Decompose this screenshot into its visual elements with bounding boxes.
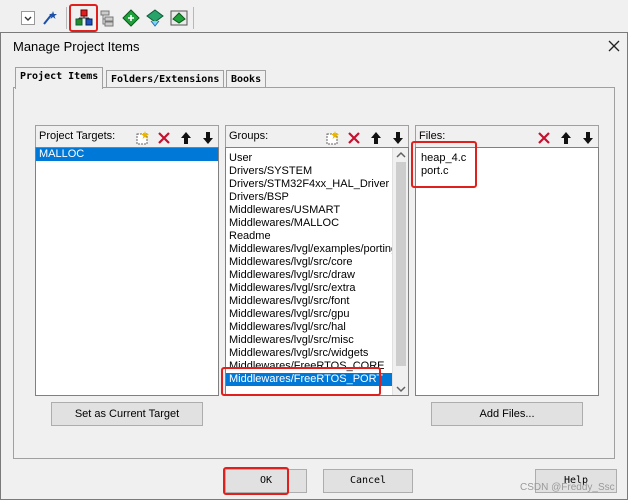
list-item[interactable]: Middlewares/lvgl/src/hal xyxy=(226,321,392,334)
groups-scrollbar[interactable] xyxy=(392,148,408,395)
toolbar-highlight-box xyxy=(69,4,98,32)
list-item[interactable]: Middlewares/lvgl/src/gpu xyxy=(226,308,392,321)
green-diamond-icon[interactable] xyxy=(121,8,141,28)
move-down-icon[interactable] xyxy=(198,128,218,147)
move-down-icon[interactable] xyxy=(388,128,408,147)
list-item[interactable]: Middlewares/lvgl/src/widgets xyxy=(226,347,392,360)
list-item[interactable]: MALLOC xyxy=(36,148,218,161)
list-item[interactable]: Middlewares/lvgl/src/draw xyxy=(226,269,392,282)
scroll-up-icon[interactable] xyxy=(396,150,406,162)
pack-installer-icon[interactable] xyxy=(145,8,165,28)
set-as-current-target-button[interactable]: Set as Current Target xyxy=(51,402,203,426)
dropdown-arrow-icon[interactable] xyxy=(18,8,38,28)
scroll-thumb[interactable] xyxy=(396,162,406,366)
new-item-icon[interactable] xyxy=(322,128,342,147)
tab-project-items[interactable]: Project Items xyxy=(15,67,104,89)
watermark: CSDN @Freddy_Ssc xyxy=(520,482,615,493)
groups-header: Groups: xyxy=(225,125,409,147)
list-item[interactable]: Middlewares/MALLOC xyxy=(226,217,392,230)
list-item[interactable]: User xyxy=(226,152,392,165)
targets-list[interactable]: MALLOC xyxy=(35,147,219,396)
list-item[interactable]: Drivers/SYSTEM xyxy=(226,165,392,178)
delete-icon[interactable] xyxy=(534,128,554,147)
list-item[interactable]: Middlewares/lvgl/src/extra xyxy=(226,282,392,295)
list-item[interactable]: Middlewares/lvgl/src/misc xyxy=(226,334,392,347)
new-item-icon[interactable] xyxy=(132,128,152,147)
add-files-button[interactable]: Add Files... xyxy=(431,402,583,426)
run-time-environment-icon[interactable] xyxy=(169,8,189,28)
scroll-down-icon[interactable] xyxy=(396,384,406,395)
move-up-icon[interactable] xyxy=(366,128,386,147)
move-up-icon[interactable] xyxy=(556,128,576,147)
delete-icon[interactable] xyxy=(344,128,364,147)
targets-header: Project Targets: xyxy=(35,125,219,147)
list-item[interactable]: Drivers/STM32F4xx_HAL_Driver xyxy=(226,178,392,191)
groups-items: User Drivers/SYSTEM Drivers/STM32F4xx_HA… xyxy=(226,152,397,386)
list-item[interactable]: Middlewares/lvgl/src/core xyxy=(226,256,392,269)
list-item[interactable]: Middlewares/USMART xyxy=(226,204,392,217)
main-toolbar xyxy=(0,0,628,34)
cancel-button[interactable]: Cancel xyxy=(323,469,413,493)
tab-folders-extensions[interactable]: Folders/Extensions xyxy=(106,70,225,88)
files-highlight-box xyxy=(411,141,477,188)
list-item[interactable]: Readme xyxy=(226,230,392,243)
ok-highlight-box xyxy=(223,467,289,495)
close-icon[interactable] xyxy=(605,37,623,55)
targets-header-label: Project Targets: xyxy=(39,130,116,142)
groups-header-label: Groups: xyxy=(229,130,269,142)
options-wand-icon[interactable] xyxy=(40,8,60,28)
list-item[interactable]: Middlewares/lvgl/examples/porting xyxy=(226,243,397,256)
delete-icon[interactable] xyxy=(154,128,174,147)
file-extensions-icon[interactable] xyxy=(98,8,118,28)
manage-project-items-dialog: Manage Project Items Project Items Folde… xyxy=(0,32,628,500)
move-down-icon[interactable] xyxy=(578,128,598,147)
selected-group-highlight-box xyxy=(221,367,381,396)
tab-books[interactable]: Books xyxy=(226,70,267,88)
list-item[interactable]: Middlewares/lvgl/src/font xyxy=(226,295,392,308)
dialog-title: Manage Project Items xyxy=(13,39,140,54)
move-up-icon[interactable] xyxy=(176,128,196,147)
groups-list[interactable]: User Drivers/SYSTEM Drivers/STM32F4xx_HA… xyxy=(225,147,409,396)
list-item[interactable]: Drivers/BSP xyxy=(226,191,392,204)
